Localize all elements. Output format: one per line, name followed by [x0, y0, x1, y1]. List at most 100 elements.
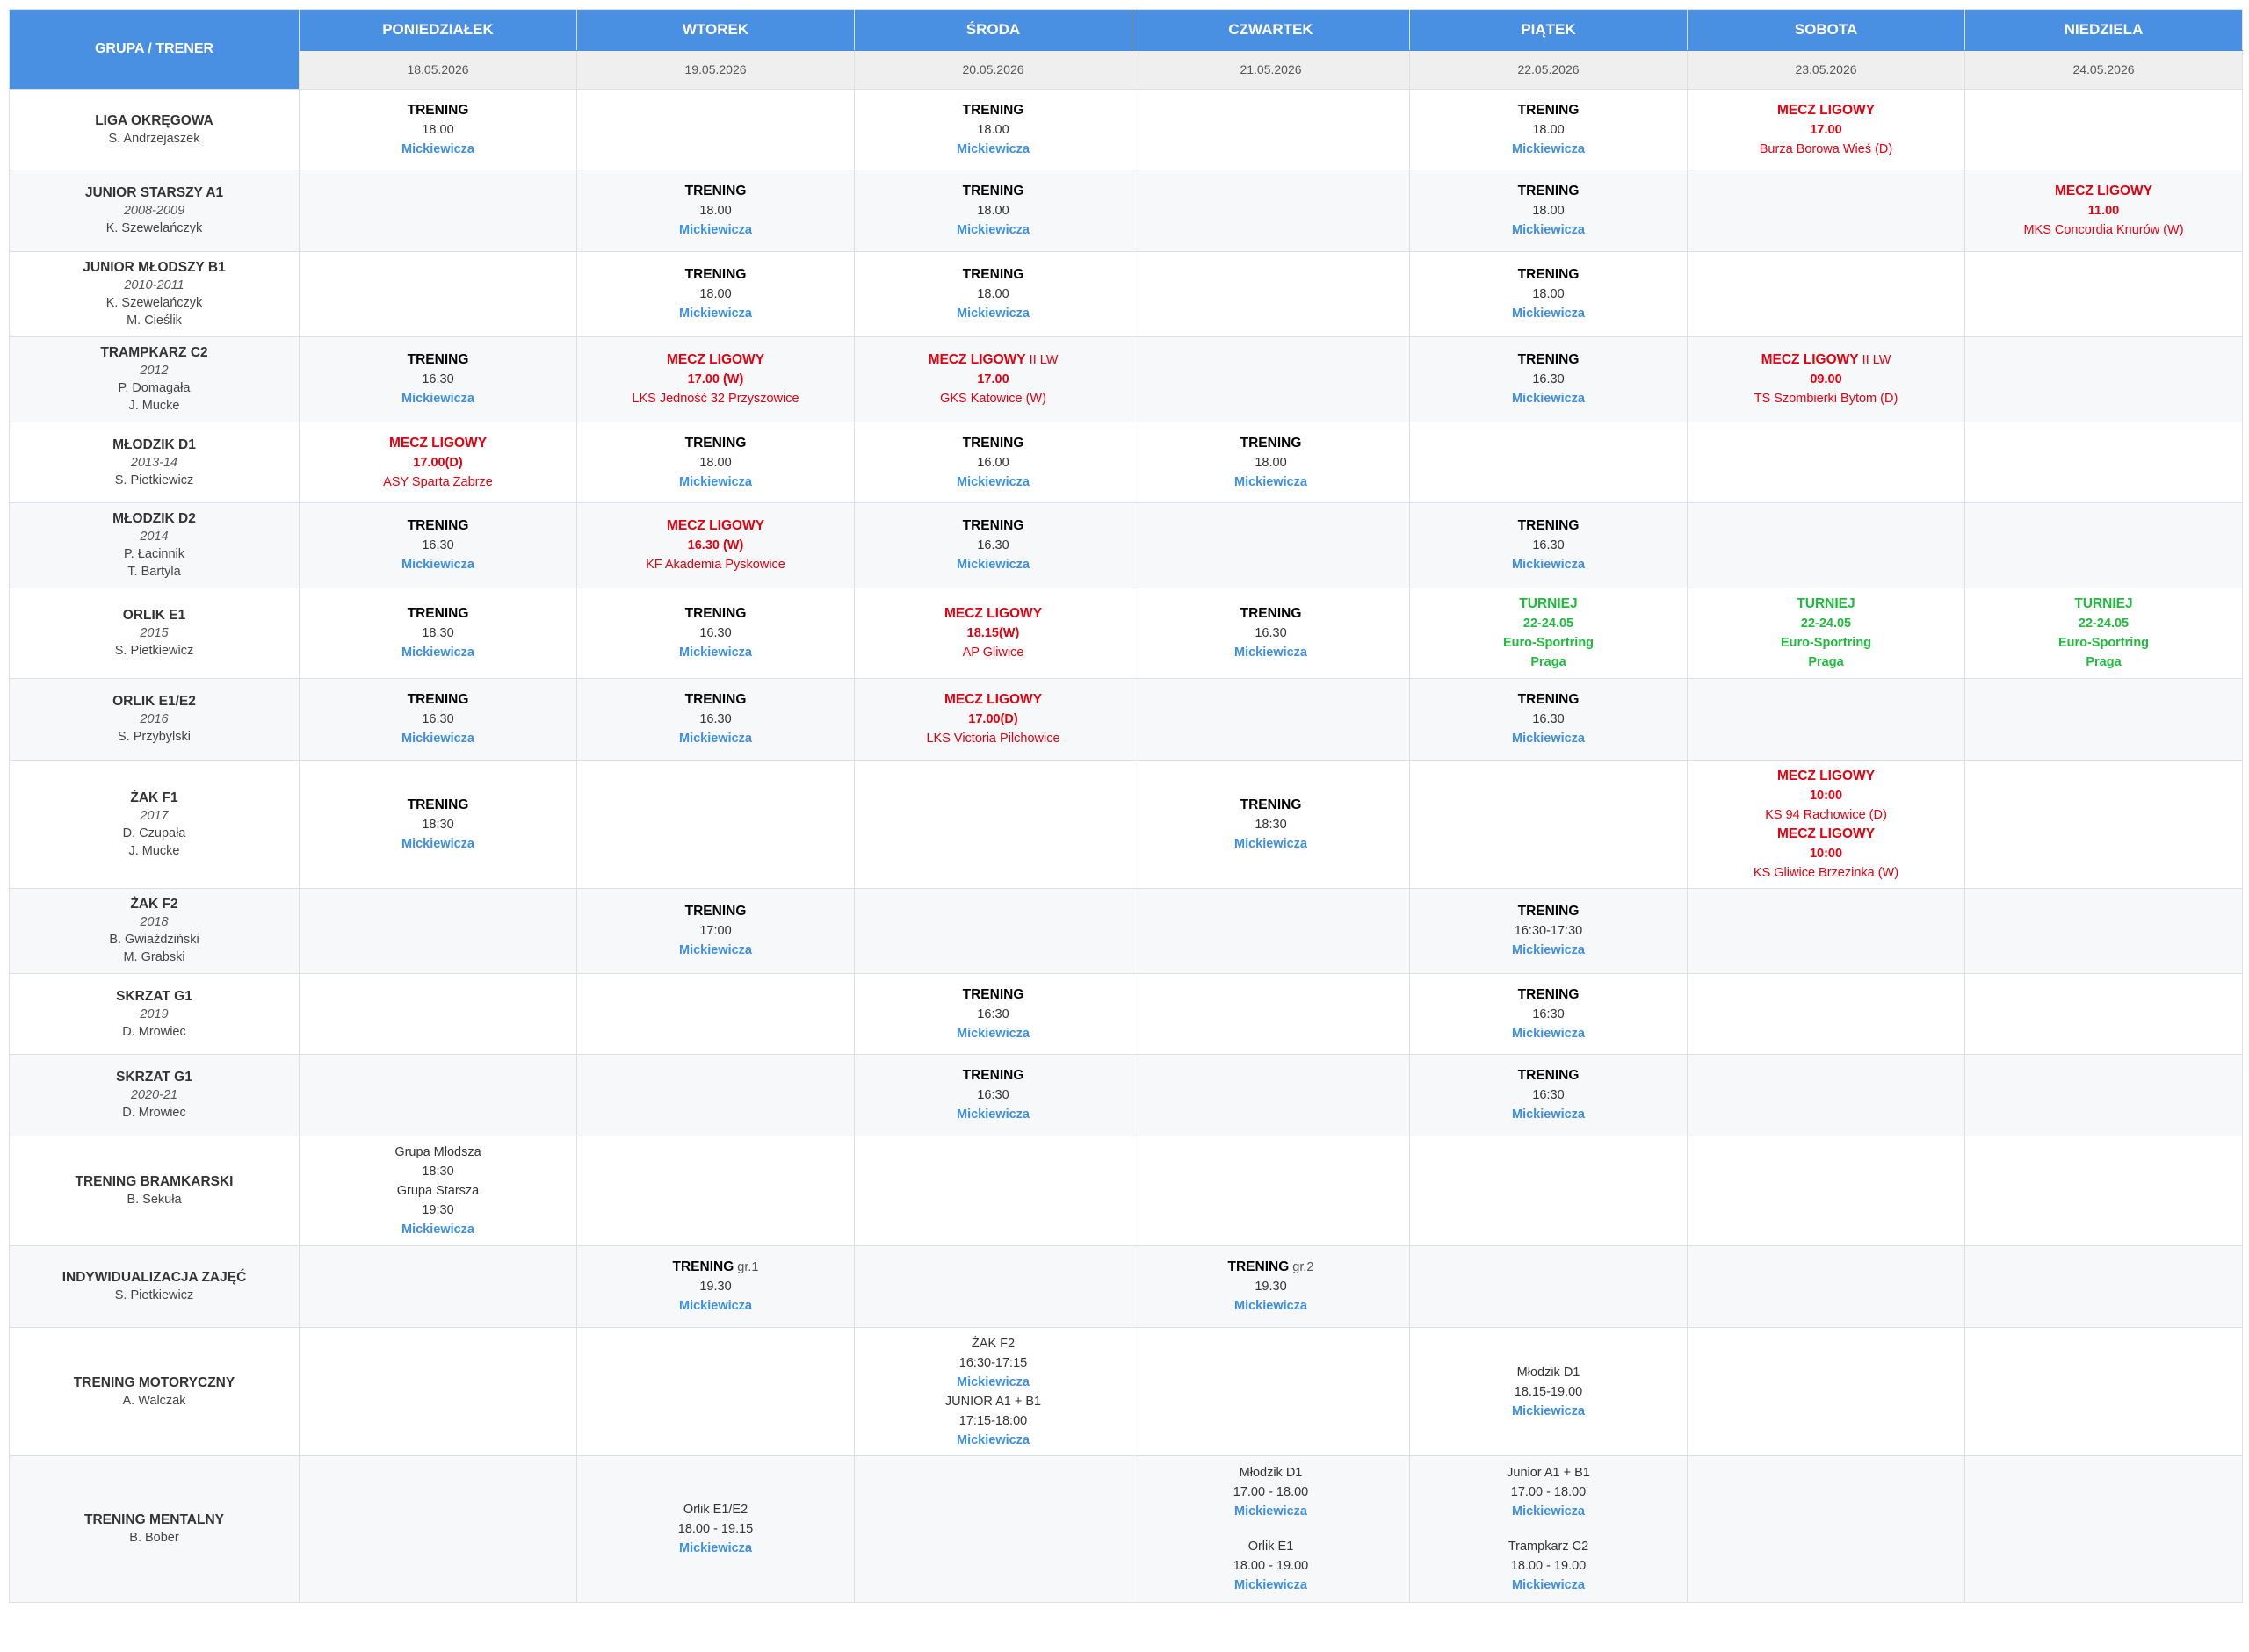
schedule-row: ŻAK F1 2017 D. Czupała J. Mucke TRENING 18:30…	[9, 760, 2243, 889]
match-time-text: 16.30 (W)	[687, 538, 744, 552]
location-label[interactable]: Mickiewicza	[1410, 1024, 1687, 1043]
location-label[interactable]: Mickiewicza	[300, 643, 576, 662]
match-opponent: KS 94 Rachowice (D)	[1688, 805, 1964, 825]
event-text: 18.30	[300, 624, 576, 643]
date-header-monday: 18.05.2026	[299, 49, 577, 90]
event-text-text: 18.00 - 19.00	[1510, 1559, 1587, 1573]
location-label[interactable]: Mickiewicza	[577, 220, 854, 240]
coach-name: S. Andrzejaszek	[108, 131, 200, 146]
event-type-label-text: TRENING	[1517, 1068, 1580, 1083]
location-label[interactable]: Mickiewicza	[1410, 1576, 1687, 1595]
event-text: 16:30	[1410, 1005, 1687, 1024]
location-label[interactable]: Mickiewicza	[577, 729, 854, 748]
location-label-text: Mickiewicza	[1511, 558, 1585, 572]
event-type-label: TRENING gr.1	[577, 1258, 854, 1277]
group-cell: JUNIOR STARSZY A1 2008-2009 K. Szewelańczy…	[9, 170, 300, 252]
location-label[interactable]: Mickiewicza	[577, 643, 854, 662]
event-text: Trampkarz C2	[1410, 1537, 1687, 1556]
location-label[interactable]: Mickiewicza	[577, 304, 854, 323]
location-label[interactable]: Mickiewicza	[300, 729, 576, 748]
tournament-label-text: TURNIEJ	[1797, 596, 1855, 611]
location-label[interactable]: Mickiewicza	[1132, 1296, 1409, 1316]
location-label[interactable]: Mickiewicza	[855, 1105, 1132, 1124]
match-opponent-text: KS 94 Rachowice (D)	[1765, 807, 1887, 822]
schedule-cell-wednesday: TRENING 16:30 Mickiewicza	[854, 1054, 1132, 1136]
schedule-row: LIGA OKRĘGOWA S. Andrzejaszek TRENING 18.00…	[9, 89, 2243, 170]
date-header-friday: 22.05.2026	[1409, 49, 1688, 90]
schedule-cell-thursday	[1132, 1054, 1410, 1136]
location-label[interactable]: Mickiewicza	[300, 140, 576, 159]
event-text: 18.00	[577, 201, 854, 220]
match-time: 17.00(D)	[855, 710, 1132, 729]
location-label[interactable]: Mickiewicza	[855, 1431, 1132, 1450]
schedule-cell-wednesday	[854, 1136, 1132, 1246]
match-time-text: 17.00 (W)	[687, 372, 744, 386]
location-label[interactable]: Mickiewicza	[855, 220, 1132, 240]
schedule-cell-sunday	[1964, 422, 2243, 503]
coach-name: D. Mrowiec	[122, 1106, 186, 1120]
location-label[interactable]: Mickiewicza	[300, 555, 576, 574]
match-opponent-text: MKS Concordia Knurów (W)	[2023, 223, 2184, 237]
location-label[interactable]: Mickiewicza	[1132, 834, 1409, 854]
location-label[interactable]: Mickiewicza	[1410, 140, 1687, 159]
location-label-text: Mickiewicza	[956, 1026, 1030, 1041]
schedule-cell-monday: TRENING 18.00 Mickiewicza	[299, 89, 577, 170]
location-label[interactable]: Mickiewicza	[300, 834, 576, 854]
location-label[interactable]: Mickiewicza	[1410, 1105, 1687, 1124]
location-label[interactable]: Mickiewicza	[1410, 304, 1687, 323]
location-label[interactable]: Mickiewicza	[855, 304, 1132, 323]
event-text: 16.30	[300, 370, 576, 389]
location-label[interactable]: Mickiewicza	[855, 140, 1132, 159]
location-label[interactable]: Mickiewicza	[855, 1373, 1132, 1392]
schedule-cell-thursday: TRENING 16.30 Mickiewicza	[1132, 588, 1410, 679]
event-type-label: TRENING	[300, 690, 576, 710]
match-opponent-text: LKS Victoria Pilchowice	[926, 732, 1060, 746]
event-text-text: JUNIOR A1 + B1	[944, 1394, 1042, 1409]
location-label[interactable]: Mickiewicza	[1410, 555, 1687, 574]
location-label[interactable]: Mickiewicza	[1410, 389, 1687, 408]
event-type-label-text: TRENING	[962, 102, 1024, 118]
event-type-label: TRENING	[855, 516, 1132, 536]
location-label[interactable]: Mickiewicza	[577, 941, 854, 960]
location-label-text: Mickiewicza	[956, 141, 1030, 156]
schedule-cell-tuesday: TRENING 18.00 Mickiewicza	[576, 422, 855, 503]
location-label[interactable]: Mickiewicza	[300, 1220, 576, 1239]
location-label[interactable]: Mickiewicza	[1132, 643, 1409, 662]
location-label[interactable]: Mickiewicza	[1132, 1502, 1409, 1521]
schedule-cell-saturday	[1687, 1327, 1965, 1456]
group-cell: SKRZAT G1 2020-21 D. Mrowiec	[9, 1054, 300, 1136]
schedule-cell-wednesday: ŻAK F2 16:30-17:15 Mickiewicza JUNIOR A1 + …	[854, 1327, 1132, 1456]
event-text: 18.00	[577, 453, 854, 473]
location-label-text: Mickiewicza	[1511, 1403, 1585, 1418]
location-label[interactable]: Mickiewicza	[1132, 1576, 1409, 1595]
event-text-text: 16.30	[422, 712, 454, 726]
location-label[interactable]: Mickiewicza	[855, 1024, 1132, 1043]
day-header-monday: PONIEDZIAŁEK	[299, 9, 577, 51]
event-text-text: 18.00	[699, 455, 732, 470]
event-type-label-text: TRENING	[962, 1068, 1024, 1083]
coach-name: P. Łacinnik	[123, 547, 185, 561]
location-label[interactable]: Mickiewicza	[1410, 729, 1687, 748]
location-label[interactable]: Mickiewicza	[1410, 220, 1687, 240]
location-label[interactable]: Mickiewicza	[577, 1539, 854, 1558]
event-text-text: Trampkarz C2	[1508, 1540, 1589, 1554]
location-label[interactable]: Mickiewicza	[300, 389, 576, 408]
location-label[interactable]: Mickiewicza	[855, 555, 1132, 574]
location-label[interactable]: Mickiewicza	[1410, 1502, 1687, 1521]
location-label[interactable]: Mickiewicza	[1410, 1402, 1687, 1421]
coach-name: S. Przybylski	[118, 730, 191, 744]
location-label[interactable]: Mickiewicza	[577, 473, 854, 492]
location-label[interactable]: Mickiewicza	[855, 473, 1132, 492]
group-name: INDYWIDUALIZACJA ZAJĘĆ	[61, 1270, 247, 1285]
event-text-text: 16.30	[1255, 626, 1287, 640]
match-label: MECZ LIGOWY II LW	[855, 350, 1132, 370]
schedule-cell-friday: TRENING 18.00 Mickiewicza	[1409, 170, 1688, 252]
event-type-label-text: TRENING	[1240, 797, 1302, 812]
location-label[interactable]: Mickiewicza	[1132, 473, 1409, 492]
location-label[interactable]: Mickiewicza	[1410, 941, 1687, 960]
schedule-cell-thursday	[1132, 89, 1410, 170]
schedule-cell-sunday	[1964, 760, 2243, 889]
schedule-cell-tuesday	[576, 1054, 855, 1136]
location-label[interactable]: Mickiewicza	[577, 1296, 854, 1316]
